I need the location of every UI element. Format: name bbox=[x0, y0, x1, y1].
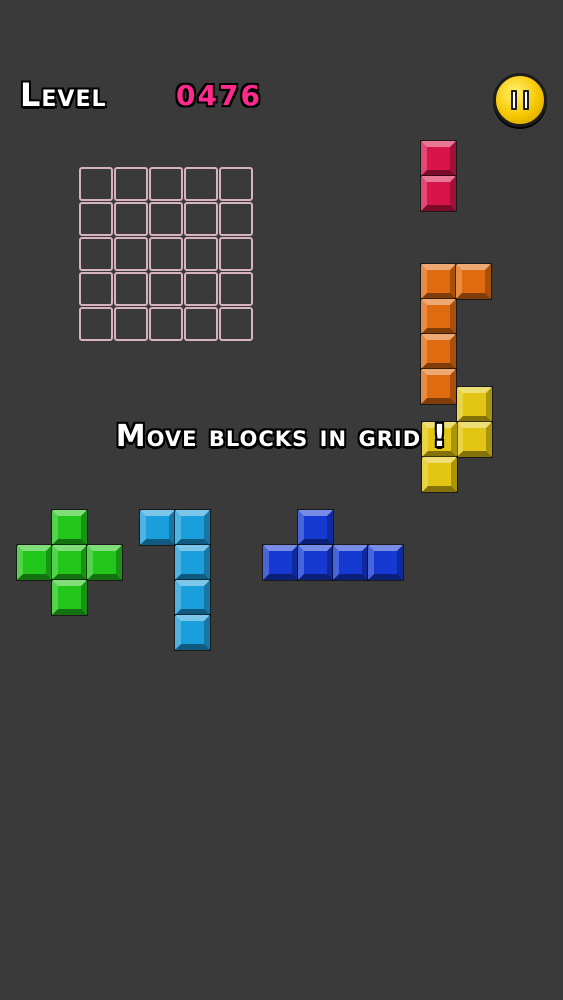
grid-cell bbox=[219, 237, 253, 271]
grid-cell bbox=[149, 307, 183, 341]
grid-cell bbox=[79, 307, 113, 341]
grid-cell bbox=[149, 202, 183, 236]
block bbox=[51, 509, 88, 546]
block bbox=[297, 544, 334, 581]
grid-cell bbox=[149, 272, 183, 306]
block bbox=[297, 509, 334, 546]
grid-cell bbox=[184, 202, 218, 236]
pause-button[interactable] bbox=[493, 73, 547, 127]
block bbox=[139, 509, 176, 546]
grid-cell bbox=[219, 202, 253, 236]
block bbox=[262, 544, 299, 581]
block bbox=[420, 175, 457, 212]
grid-cell bbox=[219, 167, 253, 201]
block bbox=[174, 544, 211, 581]
grid-cell bbox=[184, 272, 218, 306]
grid-cell bbox=[114, 167, 148, 201]
block bbox=[420, 263, 457, 300]
grid-cell bbox=[149, 167, 183, 201]
block bbox=[455, 263, 492, 300]
level-label: Level bbox=[20, 76, 107, 114]
grid-cell bbox=[184, 237, 218, 271]
grid-cell bbox=[79, 237, 113, 271]
block bbox=[51, 579, 88, 616]
grid-cell bbox=[79, 202, 113, 236]
block bbox=[332, 544, 369, 581]
puzzle-grid bbox=[79, 167, 254, 342]
grid-cell bbox=[114, 272, 148, 306]
block bbox=[174, 579, 211, 616]
grid-cell bbox=[184, 167, 218, 201]
level-number: 0476 bbox=[176, 79, 262, 112]
grid-cell bbox=[79, 167, 113, 201]
grid-cell bbox=[114, 202, 148, 236]
grid-cell bbox=[219, 272, 253, 306]
grid-cell bbox=[114, 307, 148, 341]
block bbox=[174, 509, 211, 546]
grid-cell bbox=[114, 237, 148, 271]
grid-cell bbox=[219, 307, 253, 341]
grid-cell bbox=[149, 237, 183, 271]
block bbox=[420, 368, 457, 405]
block bbox=[86, 544, 123, 581]
pause-icon bbox=[511, 90, 529, 110]
grid-cell bbox=[184, 307, 218, 341]
block bbox=[421, 456, 458, 493]
block bbox=[174, 614, 211, 651]
grid-cell bbox=[79, 272, 113, 306]
block bbox=[51, 544, 88, 581]
block bbox=[420, 298, 457, 335]
block bbox=[420, 140, 457, 177]
block bbox=[456, 386, 493, 423]
instruction-text: Move blocks in grid ! bbox=[115, 419, 448, 454]
block bbox=[367, 544, 404, 581]
block bbox=[16, 544, 53, 581]
block bbox=[420, 333, 457, 370]
